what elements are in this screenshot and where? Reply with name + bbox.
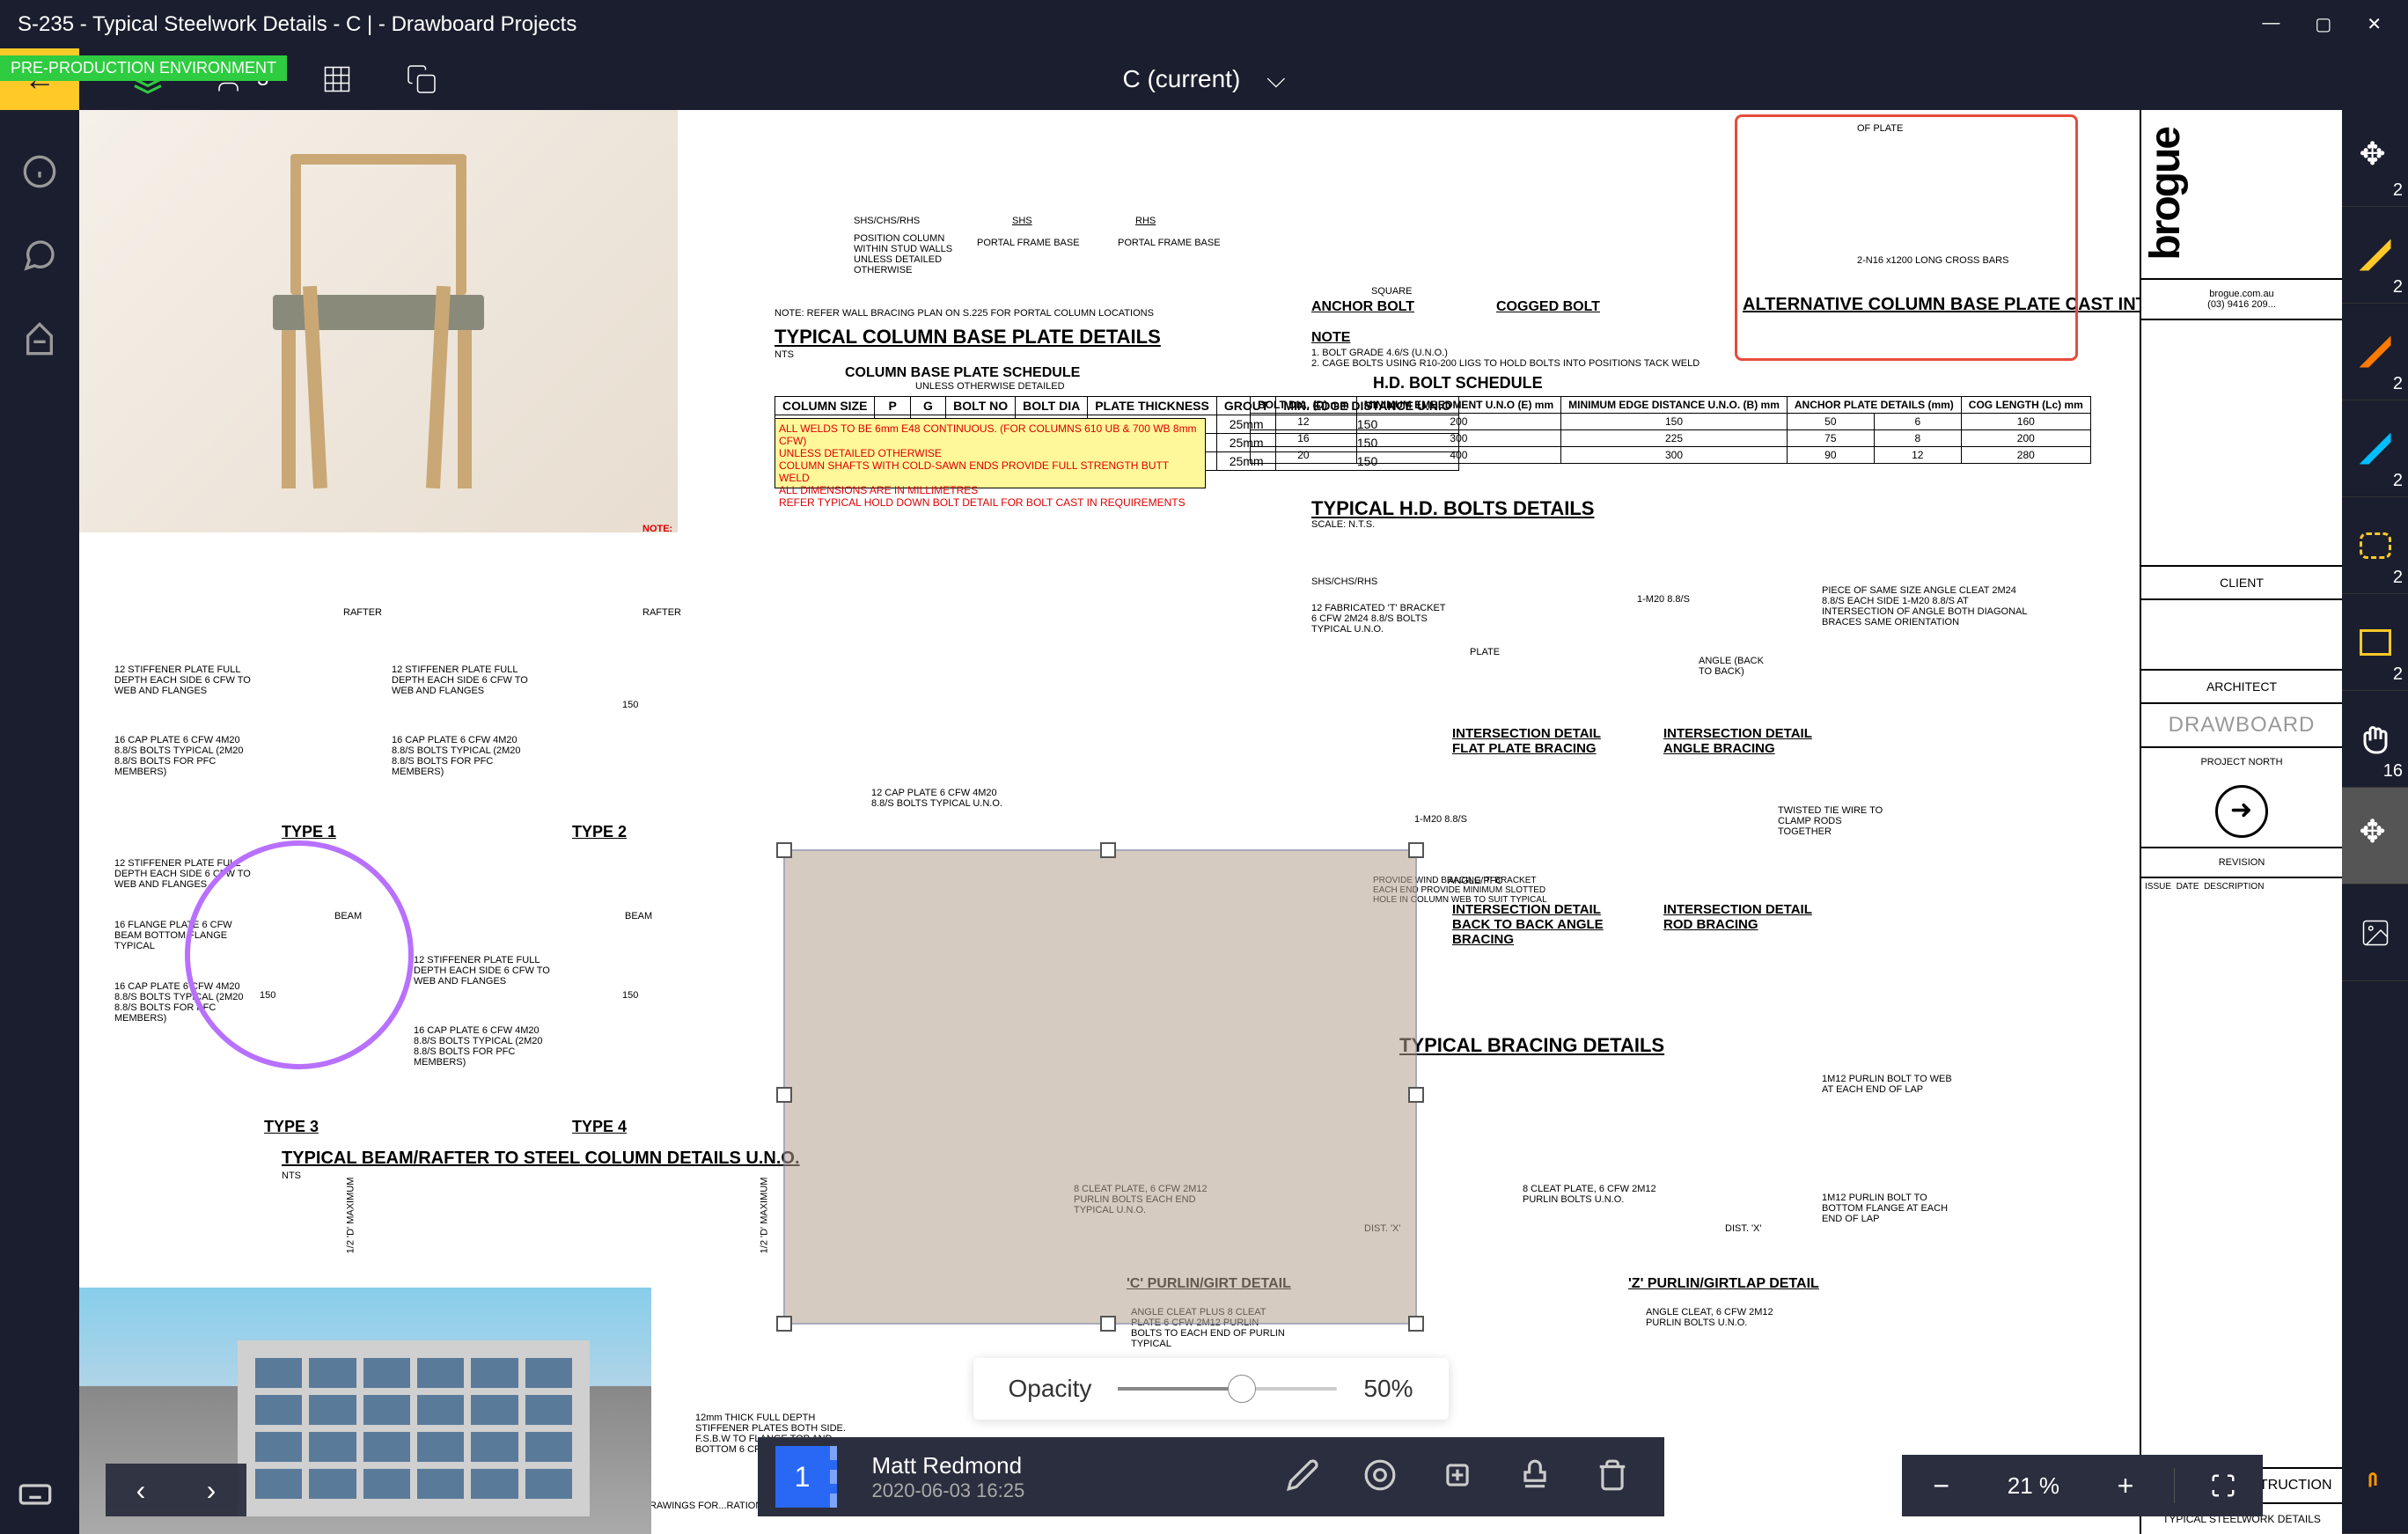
- zoom-value: 21 %: [1990, 1472, 2077, 1500]
- beam-rafter-title: TYPICAL BEAM/RAFTER TO STEEL COLUMN DETA…: [282, 1149, 800, 1169]
- inserted-photo-selected[interactable]: [783, 849, 1417, 1325]
- maximize-button[interactable]: ▢: [2315, 13, 2331, 35]
- zoom-in-button[interactable]: +: [2103, 1464, 2147, 1508]
- yellow-note-annotation: ALL WELDS TO BE 6mm E48 CONTINUOUS. (FOR…: [775, 418, 1206, 488]
- minimize-button[interactable]: —: [2262, 13, 2280, 35]
- bolts-title: TYPICAL H.D. BOLTS DETAILS: [1311, 497, 1594, 520]
- zoom-out-button[interactable]: −: [1920, 1464, 1964, 1508]
- annotation-timestamp: 2020-06-03 16:25: [872, 1479, 1025, 1502]
- copy-button[interactable]: [406, 63, 437, 95]
- revision-dropdown[interactable]: C (current) ⌵: [1122, 65, 1285, 94]
- opacity-slider[interactable]: [1118, 1387, 1337, 1391]
- image-tool[interactable]: [2342, 884, 2408, 981]
- pen-orange-icon: [2360, 336, 2391, 368]
- pen-blue-icon: [2360, 433, 2391, 465]
- copy-annotation-button[interactable]: [1441, 1458, 1474, 1496]
- bracing-title: TYPICAL BRACING DETAILS: [1399, 1034, 1664, 1057]
- red-cloud-annotation[interactable]: [1735, 114, 2078, 361]
- grid-button[interactable]: [321, 63, 353, 95]
- right-toolbar: 2 2 2 2 2 2 16: [2342, 110, 2408, 1534]
- prev-page-button[interactable]: ‹: [106, 1464, 176, 1516]
- drawing-canvas[interactable]: TYPICAL COLUMN BASE PLATE DETAILS NTS TY…: [79, 110, 2342, 1534]
- drawing-title-block: brogue brogue.com.au (03) 9416 209... CL…: [2140, 110, 2342, 1534]
- annotation-author: Matt Redmond: [872, 1452, 1025, 1479]
- resize-handle-rm[interactable]: [1408, 1087, 1424, 1103]
- pen-yellow-icon: [2360, 239, 2391, 271]
- resize-handle-tm[interactable]: [1100, 842, 1116, 858]
- fit-screen-button[interactable]: [2201, 1464, 2245, 1508]
- rectangle-tool[interactable]: 2: [2342, 594, 2408, 691]
- zoom-controls: − 21 % +: [1902, 1455, 2263, 1516]
- annotation-number-badge[interactable]: 1: [775, 1446, 837, 1508]
- window-controls: — ▢ ✕: [2262, 13, 2408, 35]
- info-button[interactable]: [22, 154, 57, 194]
- pen-orange-tool[interactable]: 2: [2342, 304, 2408, 400]
- resize-handle-lm[interactable]: [776, 1087, 792, 1103]
- drawboard-logo: DRAWBOARD: [2169, 713, 2316, 737]
- next-page-button[interactable]: ›: [176, 1464, 246, 1516]
- move-tool[interactable]: 2: [2342, 110, 2408, 207]
- delete-annotation-button[interactable]: [1596, 1458, 1629, 1496]
- stamp-annotation-button[interactable]: [1518, 1458, 1552, 1496]
- opacity-label: Opacity: [1009, 1375, 1092, 1403]
- bolt-schedule-table: BOLT DIA. (D) mmMINIMUM EMBEDMENT U.N.O …: [1250, 396, 2091, 464]
- pan-icon: [2360, 820, 2391, 852]
- slider-thumb[interactable]: [1228, 1375, 1256, 1403]
- brogue-logo: brogue: [2141, 110, 2342, 278]
- purple-circle-annotation[interactable]: [185, 840, 414, 1069]
- opacity-value: 50%: [1363, 1375, 1413, 1403]
- left-sidebar: [0, 110, 79, 1534]
- resize-handle-bm[interactable]: [1100, 1316, 1116, 1332]
- cursor-tool[interactable]: [2342, 1437, 2408, 1534]
- opacity-slider-panel: Opacity 50%: [973, 1358, 1449, 1420]
- resize-handle-br[interactable]: [1408, 1316, 1424, 1332]
- move-icon: [2360, 143, 2391, 174]
- annotation-info-bar: 1 Matt Redmond 2020-06-03 16:25: [758, 1437, 1664, 1516]
- revision-label: C (current): [1122, 65, 1240, 93]
- pen-yellow-tool[interactable]: 2: [2342, 207, 2408, 304]
- page-nav-arrows: ‹ ›: [106, 1464, 246, 1516]
- rectangle-icon: [2360, 629, 2391, 656]
- column-baseplate-title: TYPICAL COLUMN BASE PLATE DETAILS: [775, 326, 1161, 349]
- chair-image: [79, 110, 678, 532]
- environment-badge: PRE-PRODUCTION ENVIRONMENT: [0, 55, 287, 81]
- north-arrow-icon: [2215, 785, 2268, 838]
- resize-handle-bl[interactable]: [776, 1316, 792, 1332]
- top-toolbar: ← 3 C (current) ⌵: [0, 48, 2408, 110]
- cloud-icon: [2360, 532, 2391, 559]
- style-annotation-button[interactable]: [1363, 1458, 1397, 1496]
- edit-annotation-button[interactable]: [1286, 1458, 1319, 1496]
- resize-handle-tl[interactable]: [776, 842, 792, 858]
- resize-handle-tr[interactable]: [1408, 842, 1424, 858]
- pan-tool-active[interactable]: [2342, 788, 2408, 884]
- keyboard-button[interactable]: [18, 1477, 53, 1516]
- drawing-background: TYPICAL COLUMN BASE PLATE DETAILS NTS TY…: [79, 110, 2342, 1534]
- window-title: S-235 - Typical Steelwork Details - C | …: [18, 12, 576, 37]
- close-button[interactable]: ✕: [2367, 13, 2382, 35]
- pen-blue-tool[interactable]: 2: [2342, 400, 2408, 497]
- tool-page-badge: 2: [2393, 180, 2403, 201]
- comment-button[interactable]: [22, 238, 57, 277]
- markup-button[interactable]: [22, 321, 57, 361]
- chevron-down-icon: ⌵: [1266, 65, 1285, 94]
- hand-tool[interactable]: 16: [2342, 691, 2408, 788]
- cloud-tool[interactable]: 2: [2342, 497, 2408, 594]
- window-title-bar: S-235 - Typical Steelwork Details - C | …: [0, 0, 2408, 48]
